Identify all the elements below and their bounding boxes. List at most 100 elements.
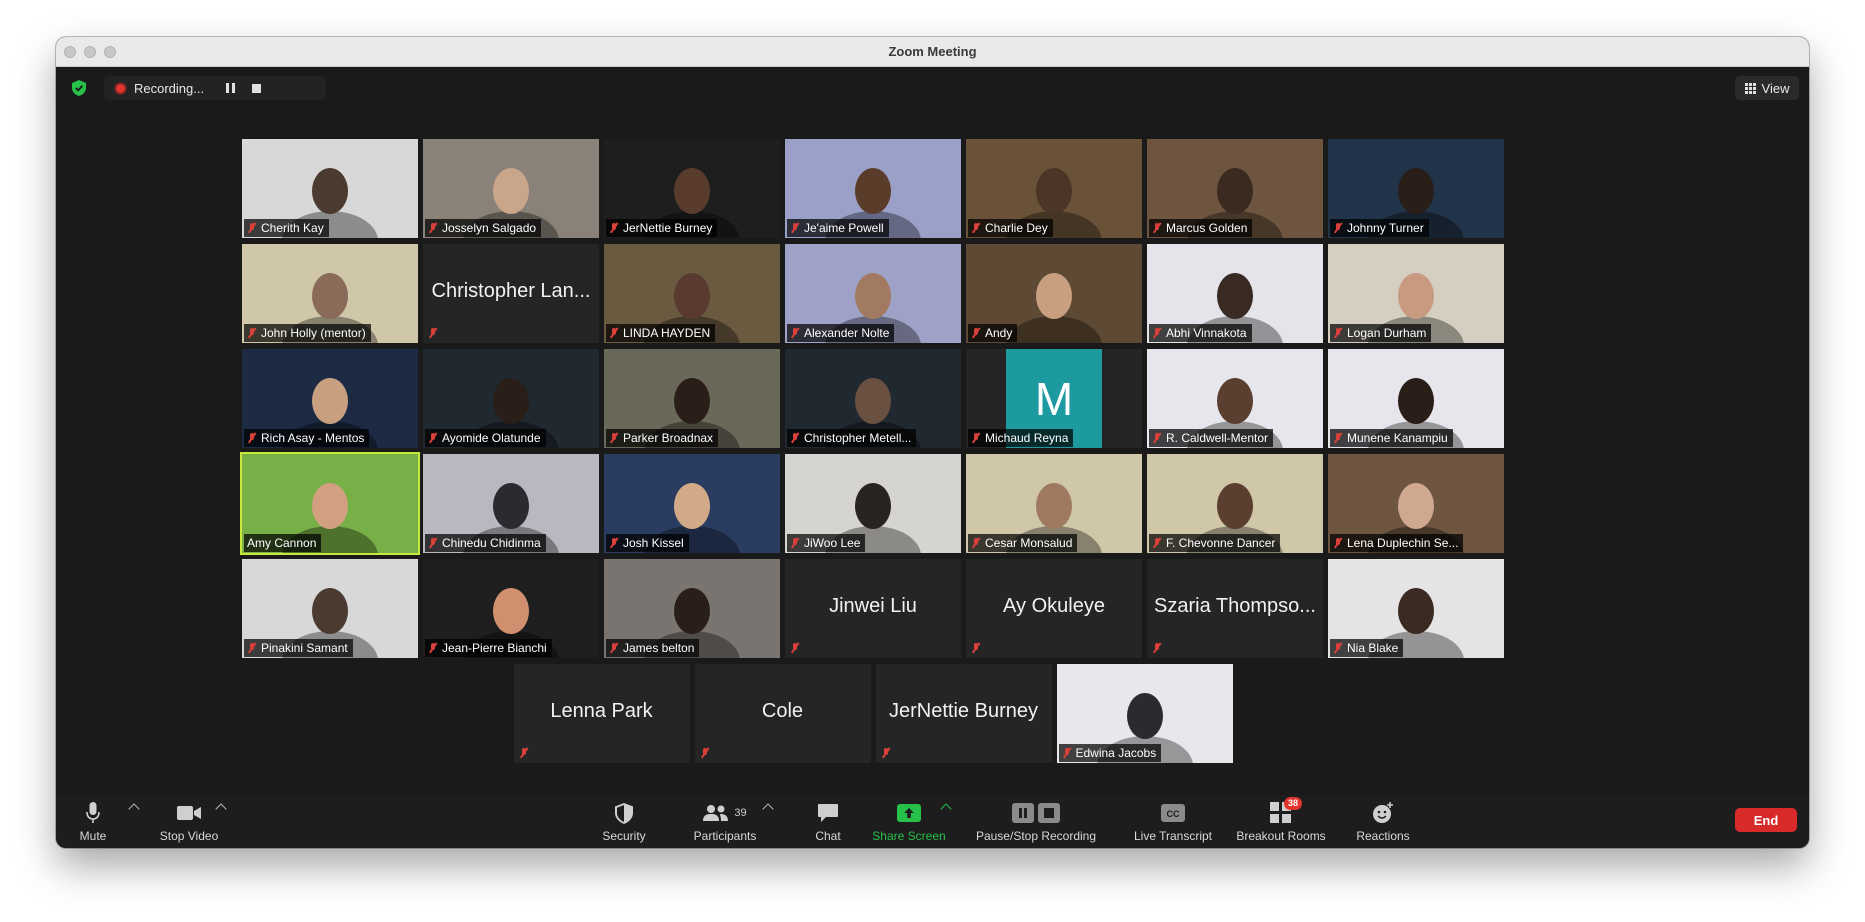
participant-tile[interactable]: R. Caldwell-Mentor — [1147, 349, 1323, 448]
participant-tile[interactable]: JerNettie Burney — [875, 664, 1052, 763]
breakout-rooms-button[interactable]: 38 Breakout Rooms — [1231, 797, 1331, 843]
video-camera-icon — [177, 806, 201, 820]
participant-name: Edwina Jacobs — [1075, 746, 1157, 760]
participant-tile[interactable]: Andy — [966, 244, 1142, 343]
participants-button[interactable]: 39 Participants — [684, 801, 766, 843]
security-button[interactable]: Security — [597, 801, 651, 843]
muted-mic-icon — [609, 537, 619, 549]
participant-name: Christopher Metell... — [804, 431, 912, 445]
participant-tile[interactable]: Munene Kanampiu — [1328, 349, 1504, 448]
participant-tile[interactable]: JiWoo Lee — [785, 454, 961, 553]
participant-tile[interactable]: Christopher Metell... — [785, 349, 961, 448]
participant-tile[interactable]: Lena Duplechin Se... — [1328, 454, 1504, 553]
reactions-button[interactable]: Reactions — [1348, 801, 1418, 843]
end-meeting-button[interactable]: End — [1735, 808, 1797, 832]
participant-tile[interactable]: Logan Durham — [1328, 244, 1504, 343]
participant-tile[interactable]: Lenna Park — [513, 664, 690, 763]
muted-mic-icon — [1333, 537, 1343, 549]
participant-tile[interactable]: Alexander Nolte — [785, 244, 961, 343]
share-screen-button[interactable]: Share Screen — [868, 801, 950, 843]
participant-tile[interactable]: Pinakini Samant — [242, 559, 418, 658]
muted-mic-icon — [519, 747, 529, 759]
muted-mic-icon — [1152, 537, 1162, 549]
participant-name-label: Nia Blake — [1330, 639, 1404, 657]
participant-display-name: Lenna Park — [550, 700, 653, 722]
participant-tile[interactable]: Abhi Vinnakota — [1147, 244, 1323, 343]
participant-tile[interactable]: James belton — [604, 559, 780, 658]
grid-view-icon — [1744, 82, 1756, 94]
participant-name-label: Alexander Nolte — [787, 324, 895, 342]
pause-recording-icon[interactable] — [226, 83, 236, 93]
participant-name: Johnny Turner — [1347, 221, 1424, 235]
participant-tile[interactable]: Ay Okuleye — [966, 559, 1142, 658]
participant-name: James belton — [623, 641, 695, 655]
participant-tile[interactable]: Josh Kissel — [604, 454, 780, 553]
muted-mic-icon — [1152, 327, 1162, 339]
mute-label: Mute — [79, 829, 107, 843]
participant-name-label: LINDA HAYDEN — [606, 324, 716, 342]
participant-tile[interactable]: JerNettie Burney — [604, 139, 780, 238]
participant-name: Lena Duplechin Se... — [1347, 536, 1459, 550]
participant-tile[interactable]: Amy Cannon — [240, 452, 420, 555]
participant-name: R. Caldwell-Mentor — [1166, 431, 1269, 445]
live-transcript-button[interactable]: CC Live Transcript — [1128, 801, 1218, 843]
participant-tile[interactable]: Jean-Pierre Bianchi — [423, 559, 599, 658]
muted-mic-icon — [1333, 642, 1343, 654]
participant-tile[interactable]: Jinwei Liu — [785, 559, 961, 658]
participant-tile[interactable]: Josselyn Salgado — [423, 139, 599, 238]
participant-tile[interactable]: Rich Asay - Mentos — [242, 349, 418, 448]
participant-tile[interactable]: M Michaud Reyna — [966, 349, 1142, 448]
participant-name: Nia Blake — [1347, 641, 1399, 655]
participant-tile[interactable]: Nia Blake — [1328, 559, 1504, 658]
muted-mic-icon — [247, 327, 257, 339]
participant-name-label: Amy Cannon — [244, 534, 322, 552]
chat-label: Chat — [815, 829, 841, 843]
mute-button[interactable]: Mute — [78, 801, 108, 843]
muted-mic-icon — [247, 432, 257, 444]
participant-name-label: Andy — [968, 324, 1018, 342]
participant-tile[interactable]: F. Chevonne Dancer — [1147, 454, 1323, 553]
security-shield-icon — [615, 802, 633, 824]
participant-tile[interactable]: Chinedu Chidinma — [423, 454, 599, 553]
participant-tile[interactable]: Christopher Lan... — [423, 244, 599, 343]
participant-name-label: Cesar Monsalud — [968, 534, 1078, 552]
muted-mic-icon — [1152, 222, 1162, 234]
stop-video-label: Stop Video — [159, 829, 219, 843]
participant-name-label: Je'aime Powell — [787, 219, 889, 237]
participant-name: Andy — [985, 326, 1013, 340]
participant-tile[interactable]: Szaria Thompso... — [1147, 559, 1323, 658]
participant-tile[interactable]: Edwina Jacobs — [1056, 664, 1233, 763]
muted-mic-icon — [971, 537, 981, 549]
participant-name: Je'aime Powell — [804, 221, 884, 235]
participant-tile[interactable]: Ayomide Olatunde — [423, 349, 599, 448]
pause-stop-recording-button[interactable]: Pause/Stop Recording — [961, 801, 1111, 843]
participant-name: F. Chevonne Dancer — [1166, 536, 1276, 550]
participant-tile[interactable]: Johnny Turner — [1328, 139, 1504, 238]
muted-mic-icon — [700, 747, 710, 759]
participant-tile[interactable]: Cherith Kay — [242, 139, 418, 238]
participant-tile[interactable]: LINDA HAYDEN — [604, 244, 780, 343]
participant-display-name: Cole — [761, 700, 804, 722]
participant-tile[interactable]: Parker Broadnax — [604, 349, 780, 448]
participant-name: Chinedu Chidinma — [442, 536, 541, 550]
participant-name-label: JerNettie Burney — [606, 219, 718, 237]
muted-mic-icon — [971, 642, 981, 654]
participant-tile[interactable]: Je'aime Powell — [785, 139, 961, 238]
participant-tile[interactable]: Cole — [694, 664, 871, 763]
participant-name: JerNettie Burney — [623, 221, 713, 235]
participant-name: Parker Broadnax — [623, 431, 714, 445]
participant-tile[interactable]: Charlie Dey — [966, 139, 1142, 238]
meeting-toolbar: Mute Stop Video Security 39 Participants… — [56, 795, 1809, 848]
participant-name-label: Parker Broadnax — [606, 429, 719, 447]
participant-tile[interactable]: Marcus Golden — [1147, 139, 1323, 238]
encryption-shield-icon[interactable] — [72, 80, 86, 96]
participant-tile[interactable]: John Holly (mentor) — [242, 244, 418, 343]
participant-tile[interactable]: Cesar Monsalud — [966, 454, 1142, 553]
audio-options-chevron-icon[interactable] — [128, 803, 140, 815]
participant-name-label: John Holly (mentor) — [244, 324, 371, 342]
chat-button[interactable]: Chat — [806, 801, 850, 843]
stop-recording-icon[interactable] — [252, 83, 262, 93]
muted-mic-icon — [881, 747, 891, 759]
participants-icon — [703, 805, 729, 821]
view-button[interactable]: View — [1735, 76, 1799, 100]
